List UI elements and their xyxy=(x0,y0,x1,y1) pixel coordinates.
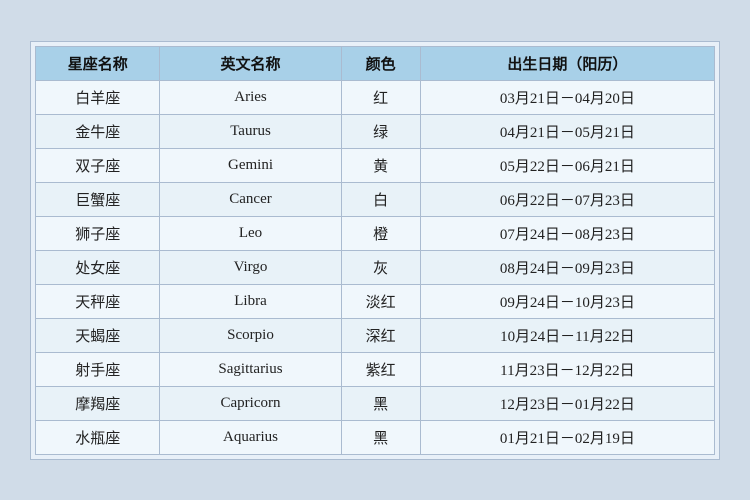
cell-english: Scorpio xyxy=(160,318,341,352)
header-english: 英文名称 xyxy=(160,46,341,80)
table-row: 天秤座Libra淡红09月24日－10月23日 xyxy=(36,284,715,318)
cell-date: 12月23日－01月22日 xyxy=(420,386,714,420)
cell-chinese: 处女座 xyxy=(36,250,160,284)
table-row: 双子座Gemini黄05月22日－06月21日 xyxy=(36,148,715,182)
cell-color: 淡红 xyxy=(341,284,420,318)
cell-color: 白 xyxy=(341,182,420,216)
cell-english: Aquarius xyxy=(160,420,341,454)
cell-color: 红 xyxy=(341,80,420,114)
cell-date: 07月24日－08月23日 xyxy=(420,216,714,250)
table-header-row: 星座名称 英文名称 颜色 出生日期（阳历） xyxy=(36,46,715,80)
cell-chinese: 天秤座 xyxy=(36,284,160,318)
table-row: 水瓶座Aquarius黑01月21日－02月19日 xyxy=(36,420,715,454)
cell-date: 11月23日－12月22日 xyxy=(420,352,714,386)
cell-date: 06月22日－07月23日 xyxy=(420,182,714,216)
cell-color: 灰 xyxy=(341,250,420,284)
table-row: 处女座Virgo灰08月24日－09月23日 xyxy=(36,250,715,284)
zodiac-table-container: 星座名称 英文名称 颜色 出生日期（阳历） 白羊座Aries红03月21日－04… xyxy=(30,41,720,460)
cell-chinese: 狮子座 xyxy=(36,216,160,250)
table-row: 射手座Sagittarius紫红11月23日－12月22日 xyxy=(36,352,715,386)
cell-chinese: 水瓶座 xyxy=(36,420,160,454)
cell-chinese: 白羊座 xyxy=(36,80,160,114)
cell-color: 紫红 xyxy=(341,352,420,386)
header-chinese: 星座名称 xyxy=(36,46,160,80)
cell-color: 黑 xyxy=(341,420,420,454)
cell-color: 绿 xyxy=(341,114,420,148)
cell-date: 08月24日－09月23日 xyxy=(420,250,714,284)
table-row: 狮子座Leo橙07月24日－08月23日 xyxy=(36,216,715,250)
table-row: 巨蟹座Cancer白06月22日－07月23日 xyxy=(36,182,715,216)
cell-color: 橙 xyxy=(341,216,420,250)
cell-chinese: 摩羯座 xyxy=(36,386,160,420)
cell-date: 04月21日－05月21日 xyxy=(420,114,714,148)
table-row: 白羊座Aries红03月21日－04月20日 xyxy=(36,80,715,114)
cell-chinese: 天蝎座 xyxy=(36,318,160,352)
cell-english: Taurus xyxy=(160,114,341,148)
cell-english: Libra xyxy=(160,284,341,318)
table-row: 金牛座Taurus绿04月21日－05月21日 xyxy=(36,114,715,148)
table-body: 白羊座Aries红03月21日－04月20日金牛座Taurus绿04月21日－0… xyxy=(36,80,715,454)
cell-english: Capricorn xyxy=(160,386,341,420)
cell-english: Virgo xyxy=(160,250,341,284)
cell-english: Sagittarius xyxy=(160,352,341,386)
cell-date: 09月24日－10月23日 xyxy=(420,284,714,318)
zodiac-table: 星座名称 英文名称 颜色 出生日期（阳历） 白羊座Aries红03月21日－04… xyxy=(35,46,715,455)
cell-color: 黑 xyxy=(341,386,420,420)
cell-chinese: 双子座 xyxy=(36,148,160,182)
table-row: 摩羯座Capricorn黑12月23日－01月22日 xyxy=(36,386,715,420)
cell-date: 05月22日－06月21日 xyxy=(420,148,714,182)
cell-date: 10月24日－11月22日 xyxy=(420,318,714,352)
cell-color: 黄 xyxy=(341,148,420,182)
header-date: 出生日期（阳历） xyxy=(420,46,714,80)
cell-english: Cancer xyxy=(160,182,341,216)
header-color: 颜色 xyxy=(341,46,420,80)
table-row: 天蝎座Scorpio深红10月24日－11月22日 xyxy=(36,318,715,352)
cell-english: Leo xyxy=(160,216,341,250)
cell-chinese: 巨蟹座 xyxy=(36,182,160,216)
cell-date: 01月21日－02月19日 xyxy=(420,420,714,454)
cell-chinese: 金牛座 xyxy=(36,114,160,148)
cell-english: Gemini xyxy=(160,148,341,182)
cell-date: 03月21日－04月20日 xyxy=(420,80,714,114)
cell-chinese: 射手座 xyxy=(36,352,160,386)
cell-color: 深红 xyxy=(341,318,420,352)
cell-english: Aries xyxy=(160,80,341,114)
